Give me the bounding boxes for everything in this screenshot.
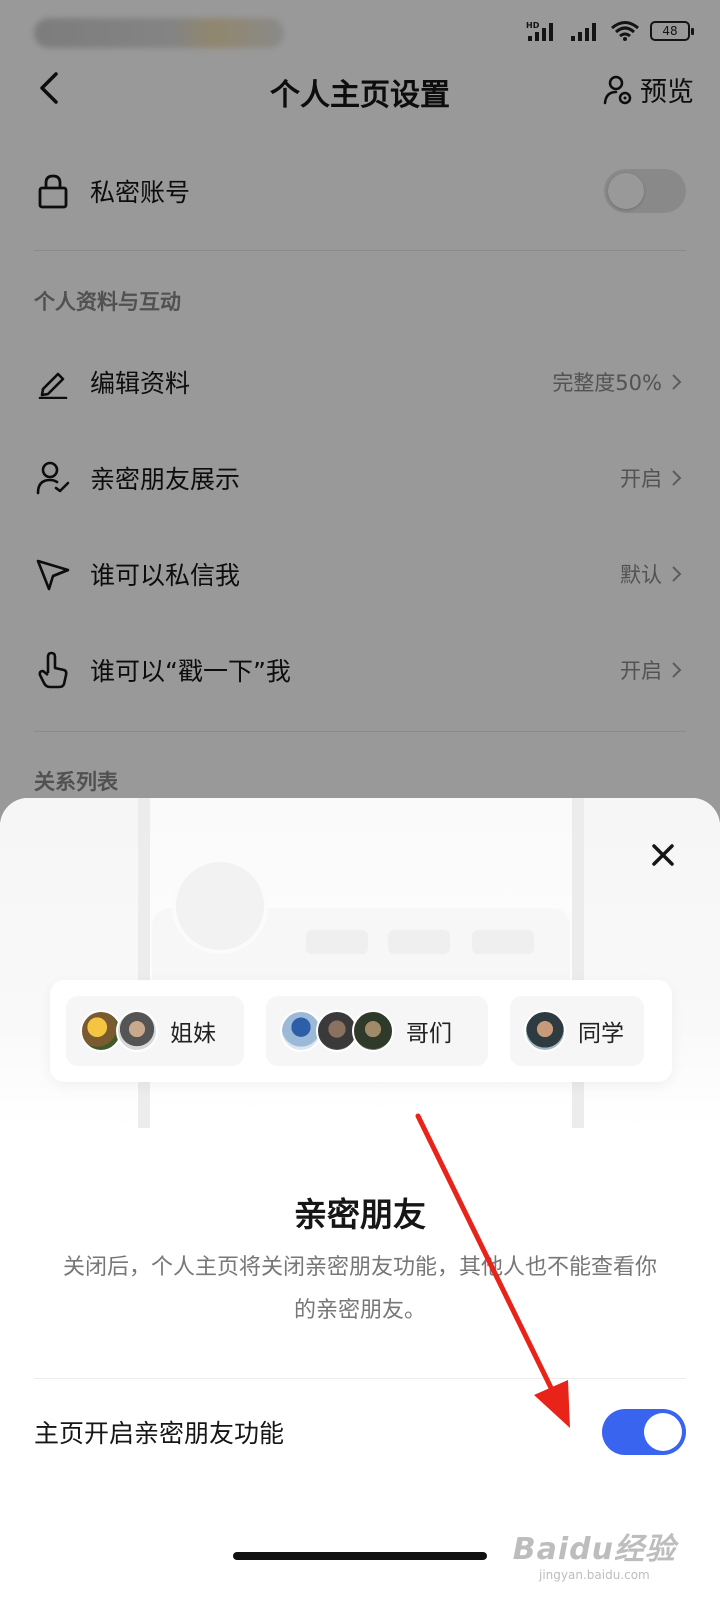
watermark-text: Baidu经验	[512, 1532, 676, 1567]
group-chip-sisters: 姐妹	[66, 996, 244, 1066]
enable-close-friends-row[interactable]: 主页开启亲密朋友功能	[34, 1408, 686, 1456]
sheet-title: 亲密朋友	[294, 1195, 426, 1234]
avatar	[352, 1010, 394, 1052]
enable-close-friends-toggle[interactable]	[602, 1409, 686, 1455]
avatar-stack	[80, 1010, 158, 1052]
avatar	[524, 1010, 566, 1052]
watermark-logo: Baidu经验 jingyan.baidu.com	[513, 1524, 676, 1582]
sheet-description: 关闭后，个人主页将关闭亲密朋友功能，其他人也不能查看你的亲密朋友。	[62, 1255, 657, 1323]
group-chip-classmates: 同学	[510, 996, 644, 1066]
avatar-stack	[524, 1010, 566, 1052]
placeholder-avatar	[172, 858, 268, 954]
divider	[34, 1378, 686, 1379]
close-friends-sheet: 姐妹 哥们 同学 亲密朋友 关闭后，个人主页将关闭亲密朋友功能，其他人也不能查看…	[0, 798, 720, 1600]
group-chip-label: 哥们	[406, 1021, 452, 1047]
home-indicator[interactable]	[233, 1552, 487, 1560]
group-chip-label: 同学	[578, 1021, 624, 1047]
avatar-stack	[280, 1010, 394, 1052]
placeholder-pill	[388, 930, 450, 954]
placeholder-pill	[306, 930, 368, 954]
group-chip-label: 姐妹	[170, 1021, 216, 1047]
close-icon[interactable]	[648, 840, 678, 870]
avatar	[116, 1010, 158, 1052]
illustration: 姐妹 哥们 同学	[0, 798, 720, 1128]
friend-groups-card: 姐妹 哥们 同学	[50, 980, 672, 1082]
group-chip-bros: 哥们	[266, 996, 488, 1066]
placeholder-pill	[472, 930, 534, 954]
watermark-url: jingyan.baidu.com	[539, 1568, 650, 1582]
enable-close-friends-label: 主页开启亲密朋友功能	[34, 1419, 285, 1448]
